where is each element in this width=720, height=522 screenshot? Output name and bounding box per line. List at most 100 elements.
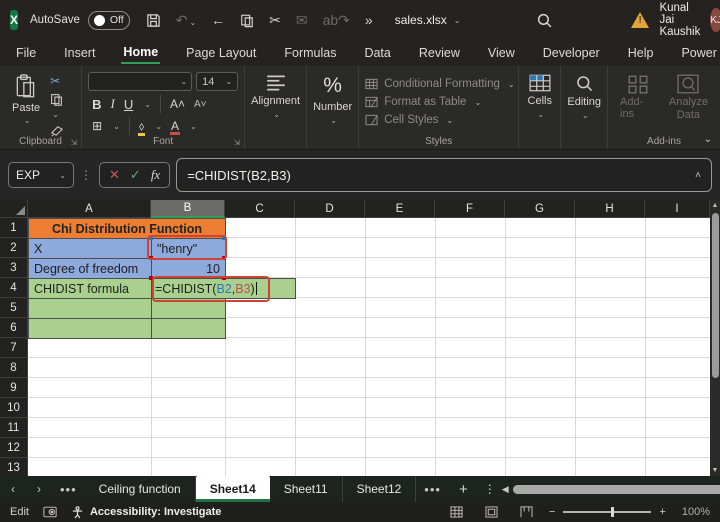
horizontal-scroll-thumb[interactable] xyxy=(513,485,720,494)
fill-chevron-icon[interactable]: ⌄ xyxy=(155,122,162,131)
document-title[interactable]: sales.xlsx ⌄ xyxy=(395,13,461,27)
column-header-b[interactable]: B xyxy=(151,200,225,218)
cell-a6[interactable] xyxy=(28,318,152,339)
editing-group-button[interactable]: Editing ⌄ xyxy=(561,66,608,149)
scroll-down-icon[interactable]: ▼ xyxy=(710,467,720,474)
analyze-data-button[interactable]: Analyze Data xyxy=(663,72,714,123)
redo-typing-icon[interactable]: ab↷ xyxy=(323,13,350,27)
column-header-f[interactable]: F xyxy=(435,200,505,218)
row-header[interactable]: 3 xyxy=(0,258,28,278)
sheet-tab-sheet11[interactable]: Sheet11 xyxy=(270,476,343,502)
new-sheet-button[interactable]: + xyxy=(449,481,478,498)
cut-icon[interactable]: ✂ xyxy=(269,13,281,27)
borders-button[interactable]: ⊞ xyxy=(92,119,102,133)
scroll-up-icon[interactable]: ▲ xyxy=(710,202,720,209)
row-header[interactable]: 9 xyxy=(0,378,28,398)
tab-developer[interactable]: Developer xyxy=(541,43,602,63)
enter-entry-button[interactable]: ✓ xyxy=(130,167,141,183)
tab-formulas[interactable]: Formulas xyxy=(282,43,338,63)
addins-button[interactable]: Add-ins xyxy=(614,72,663,122)
sheet-tab-ceiling-function[interactable]: Ceiling function xyxy=(85,476,196,502)
tab-home[interactable]: Home xyxy=(121,42,160,64)
alignment-group-button[interactable]: Alignment ⌄ xyxy=(245,66,307,149)
fill-color-button[interactable]: ⬨ xyxy=(139,119,144,134)
row-header[interactable]: 2 xyxy=(0,238,28,258)
qat-overflow-icon[interactable]: » xyxy=(365,13,373,27)
cancel-entry-button[interactable]: ✕ xyxy=(109,167,120,183)
row-header[interactable]: 11 xyxy=(0,418,28,438)
tab-view[interactable]: View xyxy=(486,43,517,63)
next-sheet-icon[interactable]: › xyxy=(26,482,52,496)
vertical-scroll-thumb[interactable] xyxy=(712,213,719,378)
horizontal-scrollbar[interactable]: ◀ ▶ xyxy=(502,484,720,495)
vertical-scrollbar[interactable]: ▲ ▼ xyxy=(710,200,720,476)
zoom-in-button[interactable]: + xyxy=(659,506,665,518)
column-header-i[interactable]: I xyxy=(645,200,710,218)
number-group-button[interactable]: % Number ⌄ xyxy=(307,66,359,149)
font-dialog-launcher-icon[interactable]: ⇲ xyxy=(233,138,240,147)
font-name-select[interactable]: ⌄ xyxy=(88,72,192,91)
formula-input[interactable]: =CHIDIST(B2,B3) ˄ xyxy=(176,158,712,192)
column-header-c[interactable]: C xyxy=(225,200,295,218)
warning-icon[interactable]: ! xyxy=(631,12,649,28)
tab-page-layout[interactable]: Page Layout xyxy=(184,43,258,63)
more-sheets-icon[interactable]: ••• xyxy=(416,482,449,497)
user-name[interactable]: Kunal Jai Kaushik xyxy=(659,2,700,38)
borders-chevron-icon[interactable]: ⌄ xyxy=(113,122,120,131)
cell-a3[interactable]: Degree of freedom xyxy=(28,258,152,279)
tab-options-icon[interactable]: ⋮ xyxy=(478,482,502,496)
page-break-view-icon[interactable] xyxy=(520,506,533,518)
row-header[interactable]: 10 xyxy=(0,398,28,418)
column-header-d[interactable]: D xyxy=(295,200,365,218)
scroll-left-icon[interactable]: ◀ xyxy=(502,484,509,495)
row-header[interactable]: 1 xyxy=(0,218,28,238)
search-icon[interactable] xyxy=(536,12,553,29)
expand-formula-bar-icon[interactable]: ˄ xyxy=(695,170,701,181)
tab-file[interactable]: File xyxy=(14,43,38,63)
all-sheets-icon[interactable]: ••• xyxy=(52,482,85,497)
column-header-g[interactable]: G xyxy=(505,200,575,218)
page-layout-view-icon[interactable] xyxy=(485,506,498,518)
cell-styles-button[interactable]: Cell Styles ⌄ xyxy=(365,114,514,126)
column-header-e[interactable]: E xyxy=(365,200,435,218)
tab-help[interactable]: Help xyxy=(626,43,656,63)
macro-record-icon[interactable] xyxy=(43,506,57,518)
bold-button[interactable]: B xyxy=(92,97,101,112)
row-header[interactable]: 6 xyxy=(0,318,28,338)
collapse-ribbon-icon[interactable]: ⌄ xyxy=(704,134,712,145)
cut-button[interactable]: ✂ xyxy=(50,74,64,88)
insert-function-button[interactable]: fx xyxy=(151,167,160,183)
underline-button[interactable]: U xyxy=(124,97,133,112)
underline-chevron-icon[interactable]: ⌄ xyxy=(144,100,151,109)
format-as-table-button[interactable]: Format as Table ⌄ xyxy=(365,96,514,108)
sheet-tab-sheet14[interactable]: Sheet14 xyxy=(196,476,270,502)
undo-icon[interactable]: ↶⌄ xyxy=(176,13,196,27)
zoom-slider[interactable] xyxy=(563,511,651,513)
tab-power-pivot[interactable]: Power Pivot xyxy=(679,43,720,63)
paste-button[interactable]: Paste ⌄ xyxy=(6,72,46,127)
accessibility-status[interactable]: Accessibility: Investigate xyxy=(71,506,221,519)
name-box[interactable]: EXP ⌄ xyxy=(8,162,74,188)
copy-icon[interactable] xyxy=(240,13,254,28)
clipboard-dialog-launcher-icon[interactable]: ⇲ xyxy=(70,138,77,147)
column-header-h[interactable]: H xyxy=(575,200,645,218)
font-size-select[interactable]: 14 ⌄ xyxy=(196,72,238,91)
font-color-chevron-icon[interactable]: ⌄ xyxy=(190,122,197,131)
prev-sheet-icon[interactable]: ‹ xyxy=(0,482,26,496)
back-arrow-icon[interactable]: ← xyxy=(211,13,225,27)
save-icon[interactable] xyxy=(146,13,161,28)
conditional-formatting-button[interactable]: Conditional Formatting ⌄ xyxy=(365,78,514,90)
column-header-a[interactable]: A xyxy=(28,200,151,218)
cells-group-button[interactable]: Cells ⌄ xyxy=(519,66,561,149)
tab-insert[interactable]: Insert xyxy=(62,43,97,63)
row-header[interactable]: 8 xyxy=(0,358,28,378)
avatar[interactable]: KJ xyxy=(710,8,720,32)
row-header[interactable]: 7 xyxy=(0,338,28,358)
decrease-font-button[interactable]: A˅ xyxy=(194,99,207,110)
cell-a2[interactable]: X xyxy=(28,238,152,259)
zoom-out-button[interactable]: − xyxy=(549,506,555,518)
copy-button[interactable]: ⌄ xyxy=(50,93,64,120)
cell-b6[interactable] xyxy=(151,318,226,339)
row-header[interactable]: 4 xyxy=(0,278,28,298)
cell-a5[interactable] xyxy=(28,298,152,319)
